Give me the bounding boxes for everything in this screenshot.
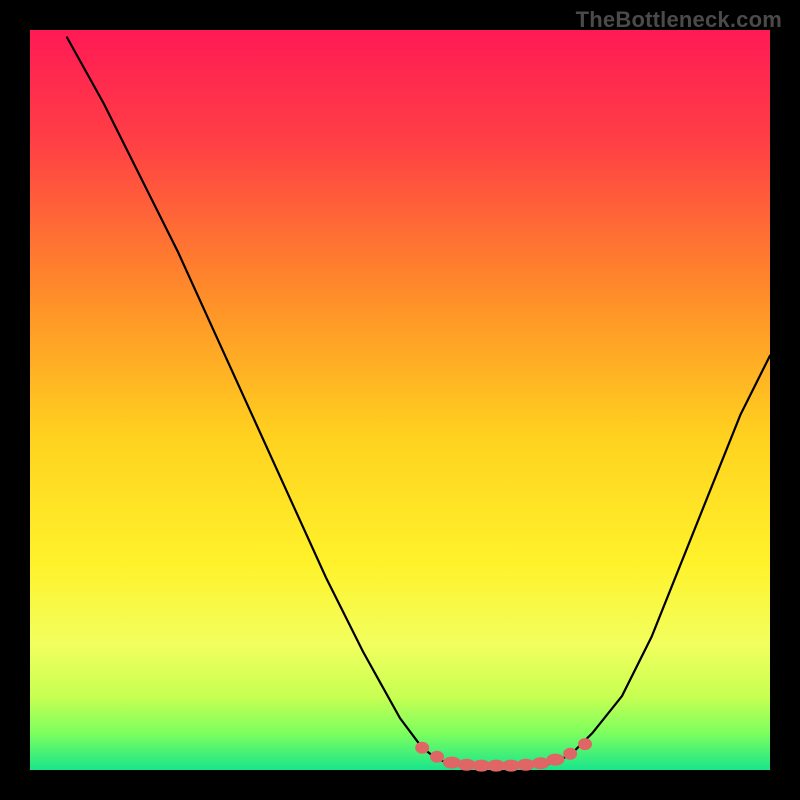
marker-dot: [415, 742, 429, 754]
marker-dot: [443, 757, 461, 769]
marker-dot: [563, 748, 577, 760]
plot-svg: [0, 0, 800, 800]
chart-container: TheBottleneck.com: [0, 0, 800, 800]
marker-dot: [430, 751, 444, 763]
marker-dot: [578, 738, 592, 750]
marker-dot: [546, 754, 564, 766]
